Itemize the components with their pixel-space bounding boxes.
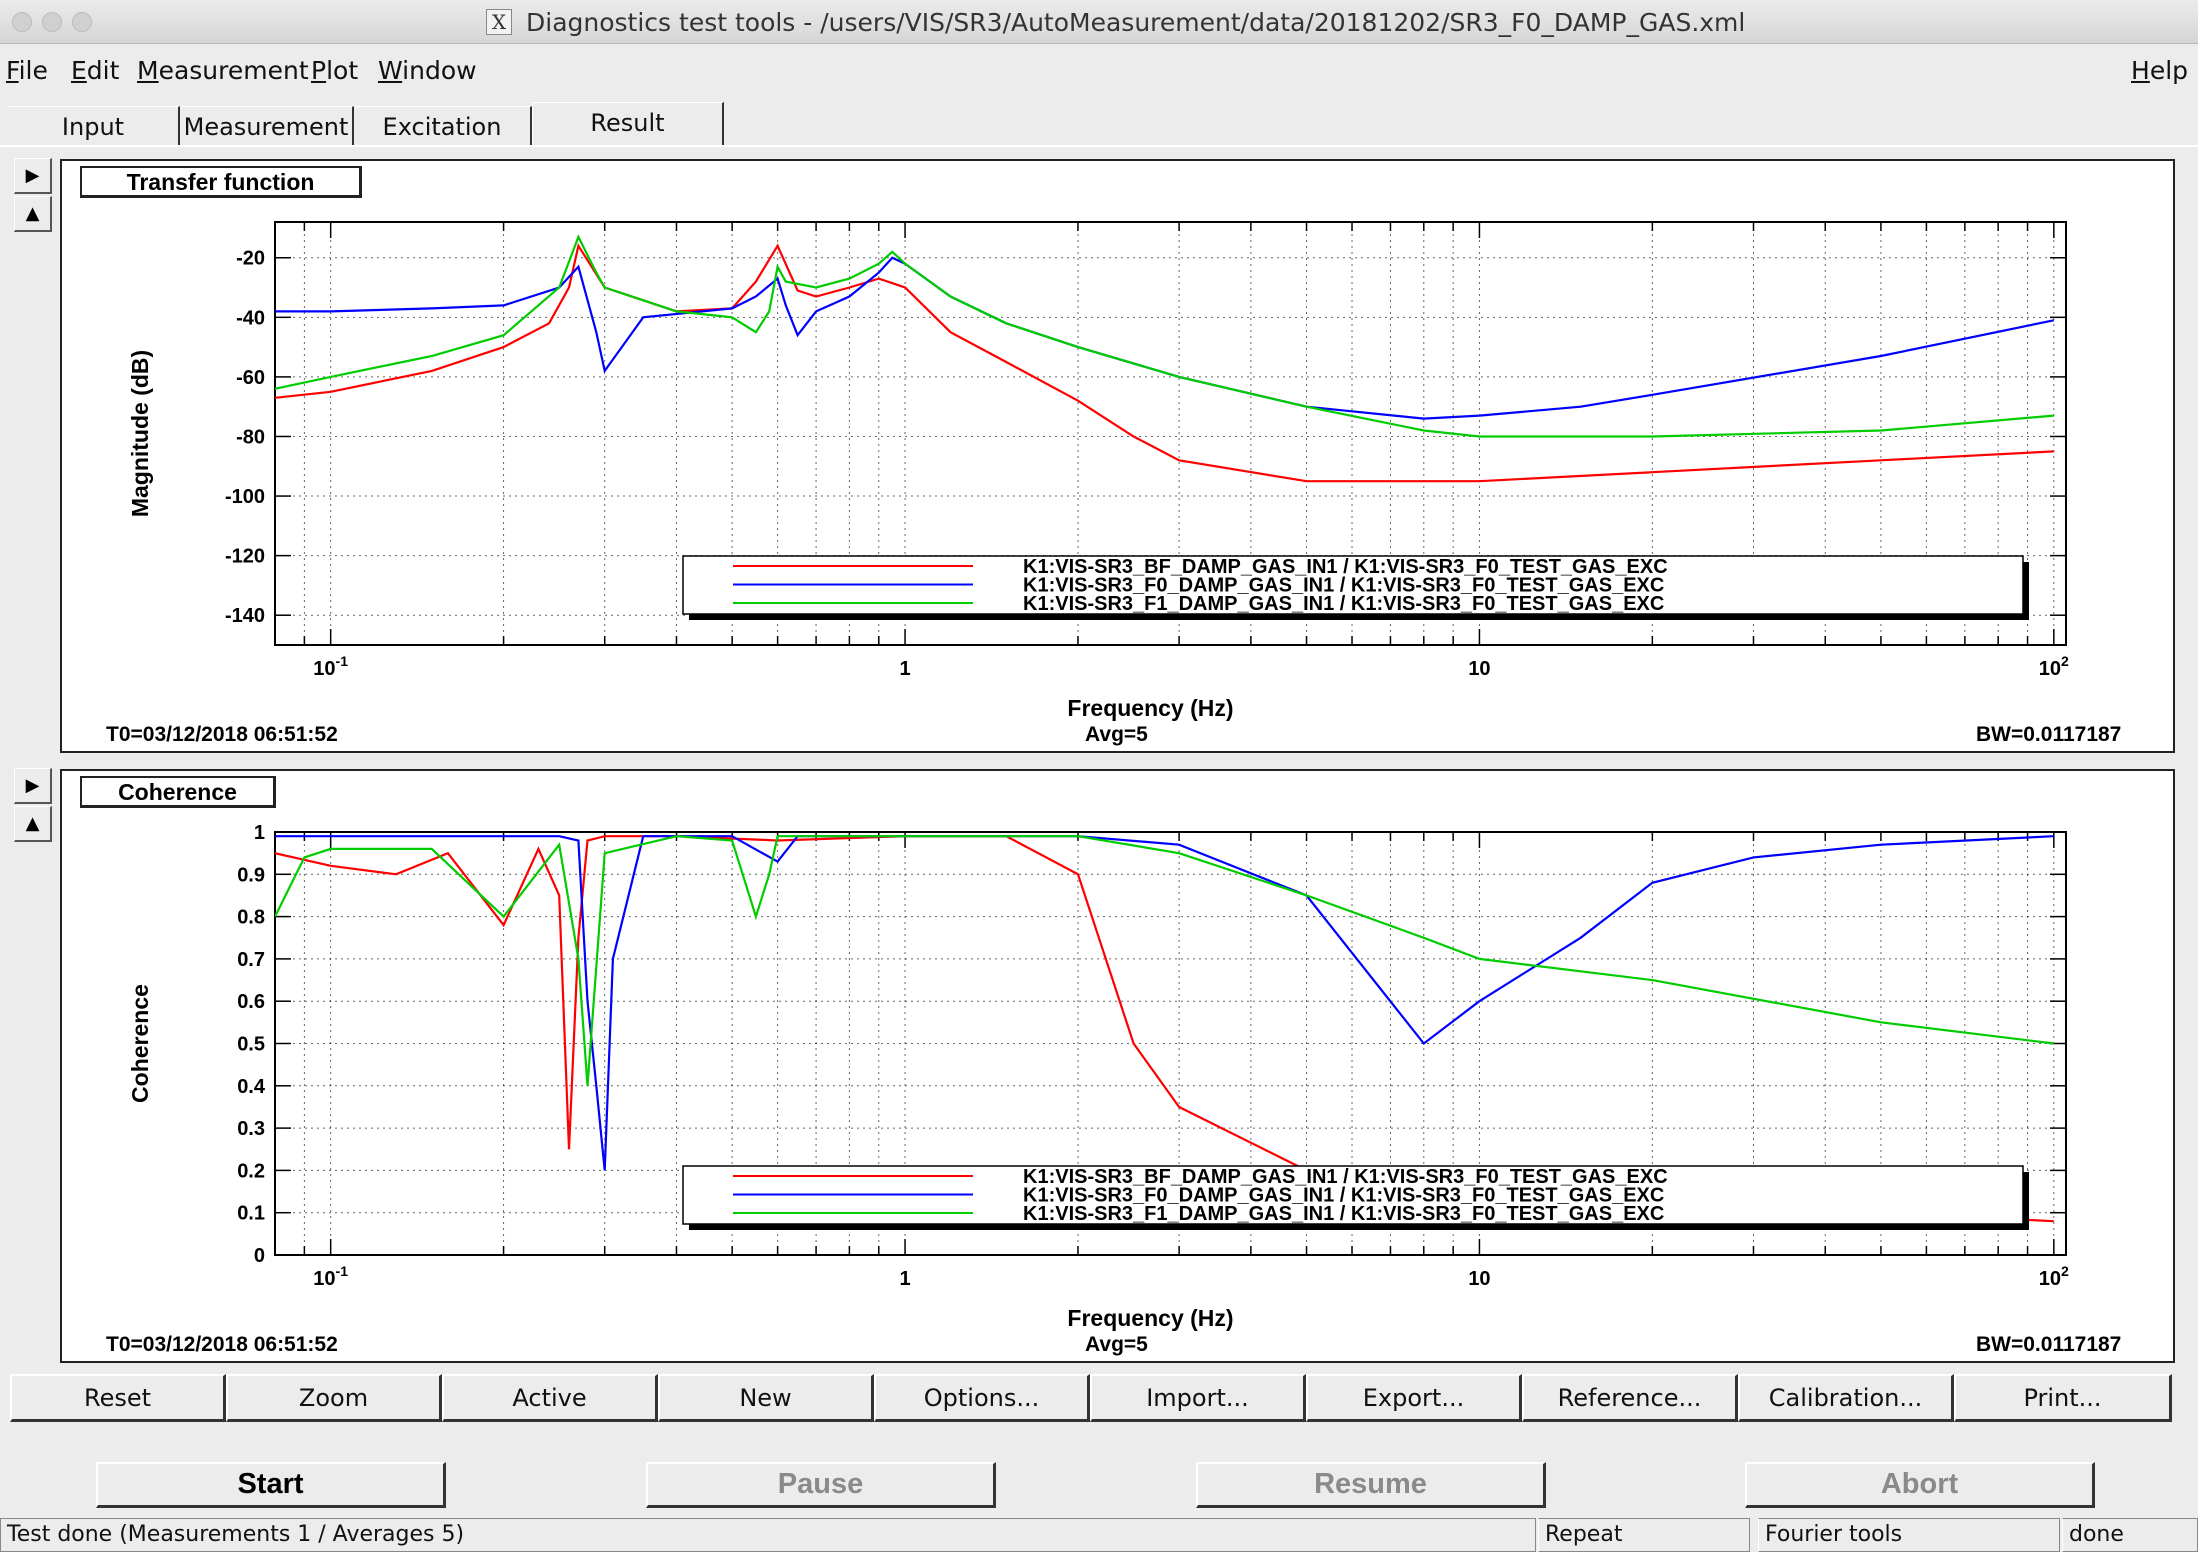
y-tick-label: -140	[225, 605, 265, 627]
reference-button[interactable]: Reference...	[1522, 1374, 1738, 1422]
options-button[interactable]: Options...	[874, 1374, 1090, 1422]
avg-label: Avg=5	[1085, 1333, 1148, 1356]
status-state: done	[2062, 1518, 2198, 1552]
x-axis-label: Frequency (Hz)	[1067, 1305, 1233, 1331]
x-tick-label: 10	[1468, 1268, 1490, 1290]
tab-excitation[interactable]: Excitation	[354, 106, 532, 146]
zoom-button[interactable]: Zoom	[226, 1374, 442, 1422]
tab-result[interactable]: Result	[532, 102, 724, 146]
menu-file[interactable]: File	[6, 56, 48, 85]
tab-divider	[0, 145, 2198, 147]
x-tick-label: 10	[1468, 658, 1490, 680]
x-axis-label: Frequency (Hz)	[1067, 695, 1233, 721]
y-tick-label: 0.1	[237, 1203, 265, 1225]
plot-title[interactable]: Transfer function	[80, 166, 362, 198]
start-button[interactable]: Start	[96, 1462, 446, 1508]
legend-entry: K1:VIS-SR3_F1_DAMP_GAS_IN1 / K1:VIS-SR3_…	[1023, 593, 1664, 615]
status-tool: Fourier tools	[1758, 1518, 2060, 1552]
expand-arrow-icon[interactable]: ▶	[14, 768, 52, 804]
status-message: Test done (Measurements 1 / Averages 5)	[0, 1518, 1536, 1552]
t0-label: T0=03/12/2018 06:51:52	[106, 723, 338, 746]
transfer-function-chart[interactable]: -20 -40 -60 -80 -100 -120 -140 10-1 1 10 102 Freque…	[62, 161, 2173, 751]
calibration-button[interactable]: Calibration...	[1738, 1374, 1954, 1422]
y-tick-label: -60	[236, 367, 265, 389]
export-button[interactable]: Export...	[1306, 1374, 1522, 1422]
collapse-arrow-icon[interactable]: ▲	[14, 806, 52, 842]
bw-label: BW=0.0117187	[1976, 723, 2122, 746]
transfer-function-panel: -20 -40 -60 -80 -100 -120 -140 10-1 1 10 102 Freque…	[60, 159, 2175, 753]
import-button[interactable]: Import...	[1090, 1374, 1306, 1422]
coherence-panel: 1 0.9 0.8 0.7 0.6 0.5 0.4 0.3 0.2 0.1 0 10-1 1 10 102 F…	[60, 769, 2175, 1363]
y-tick-label: 1	[254, 822, 265, 844]
x-tick-label: 1	[899, 658, 910, 680]
menu-bar: File Edit Measurement Plot Window Help	[0, 46, 2198, 96]
tab-measurement[interactable]: Measurement	[180, 106, 354, 146]
t0-label: T0=03/12/2018 06:51:52	[106, 1333, 338, 1356]
menu-measurement[interactable]: Measurement	[137, 56, 309, 85]
zoom-window-icon[interactable]	[72, 12, 92, 32]
title-bar: X Diagnostics test tools - /users/VIS/SR…	[0, 0, 2198, 44]
y-tick-label: 0.4	[237, 1076, 266, 1098]
y-tick-label: -20	[236, 248, 265, 270]
y-tick-label: 0.5	[237, 1034, 265, 1056]
menu-edit[interactable]: Edit	[71, 56, 119, 85]
legend-entry: K1:VIS-SR3_F1_DAMP_GAS_IN1 / K1:VIS-SR3_…	[1023, 1203, 1664, 1225]
y-axis-label: Coherence	[127, 984, 153, 1103]
window-title: Diagnostics test tools - /users/VIS/SR3/…	[526, 8, 1746, 37]
menu-window[interactable]: Window	[378, 56, 477, 85]
y-tick-label: -120	[225, 546, 265, 568]
x-tick-label: 102	[2039, 653, 2069, 680]
minimize-window-icon[interactable]	[42, 12, 62, 32]
expand-arrow-icon[interactable]: ▶	[14, 158, 52, 194]
status-repeat: Repeat	[1538, 1518, 1750, 1552]
x-tick-label: 1	[899, 1268, 910, 1290]
x-tick-label: 102	[2039, 1263, 2069, 1290]
x11-icon: X	[486, 9, 512, 35]
menu-plot[interactable]: Plot	[311, 56, 358, 85]
tab-input[interactable]: Input	[8, 106, 180, 146]
y-tick-label: 0.3	[237, 1118, 265, 1140]
y-tick-label: 0.9	[237, 864, 265, 886]
plot-button-row: Reset Zoom Active New Options... Import.…	[10, 1374, 2174, 1424]
y-axis-label: Magnitude (dB)	[127, 350, 153, 517]
tab-bar: Input Measurement Excitation Result	[0, 100, 2198, 146]
x-tick-label: 10-1	[313, 653, 348, 680]
y-tick-label: 0.2	[237, 1160, 265, 1182]
bw-label: BW=0.0117187	[1976, 1333, 2122, 1356]
avg-label: Avg=5	[1085, 723, 1148, 746]
y-tick-label: 0.8	[237, 907, 265, 929]
abort-button[interactable]: Abort	[1745, 1462, 2095, 1508]
menu-help[interactable]: Help	[2131, 56, 2188, 85]
resume-button[interactable]: Resume	[1196, 1462, 1546, 1508]
x-tick-label: 10-1	[313, 1263, 348, 1290]
pause-button[interactable]: Pause	[646, 1462, 996, 1508]
coherence-chart[interactable]: 1 0.9 0.8 0.7 0.6 0.5 0.4 0.3 0.2 0.1 0 10-1 1 10 102 F…	[62, 771, 2173, 1361]
reset-button[interactable]: Reset	[10, 1374, 226, 1422]
plot-title[interactable]: Coherence	[80, 776, 276, 808]
y-tick-label: -100	[225, 486, 265, 508]
y-tick-label: 0.7	[237, 949, 265, 971]
y-tick-label: 0.6	[237, 991, 265, 1013]
close-window-icon[interactable]	[12, 12, 32, 32]
y-tick-label: -80	[236, 426, 265, 448]
diagnostics-window: X Diagnostics test tools - /users/VIS/SR…	[0, 0, 2198, 1552]
new-button[interactable]: New	[658, 1374, 874, 1422]
active-button[interactable]: Active	[442, 1374, 658, 1422]
collapse-arrow-icon[interactable]: ▲	[14, 196, 52, 232]
print-button[interactable]: Print...	[1954, 1374, 2172, 1422]
y-tick-label: 0	[254, 1245, 265, 1267]
y-tick-label: -40	[236, 307, 265, 329]
